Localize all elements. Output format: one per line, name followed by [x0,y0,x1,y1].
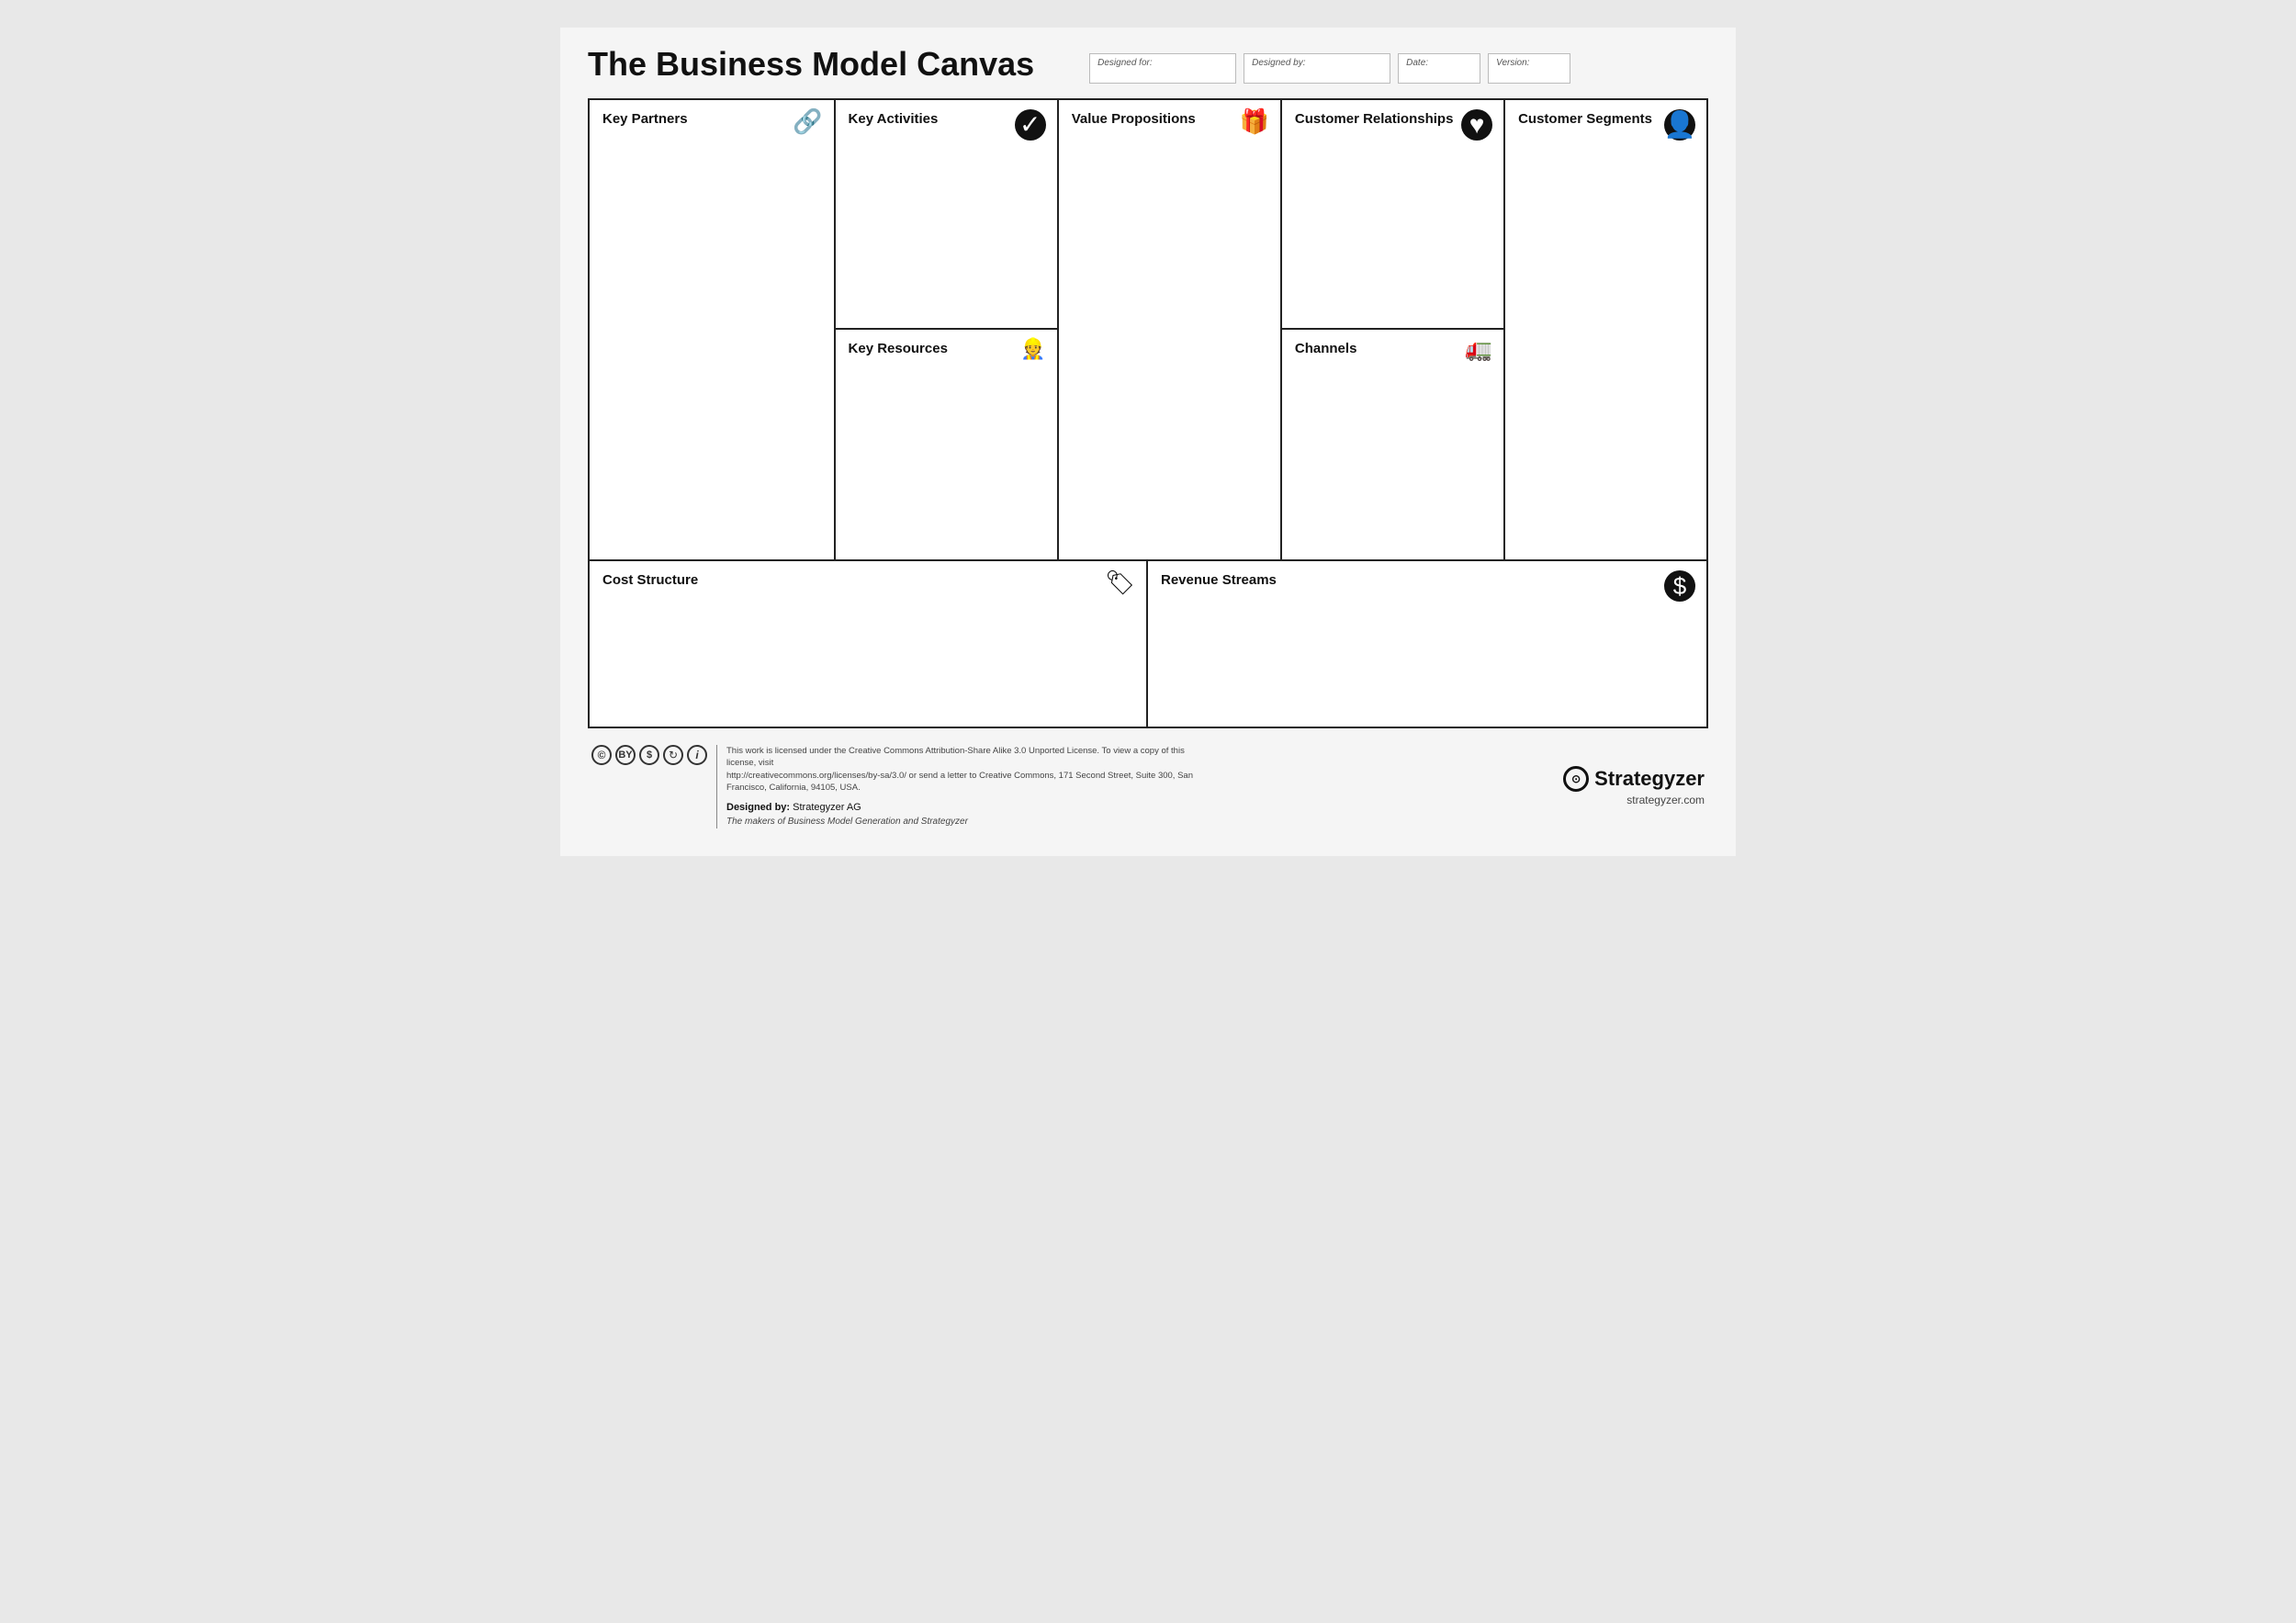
key-partners-cell: Key Partners 🔗 [590,100,836,559]
strategyzer-url: strategyzer.com [1563,794,1705,806]
header: The Business Model Canvas Designed for: … [588,46,1708,84]
footer-tagline: The makers of Business Model Generation … [726,816,1194,828]
footer-right: ⊙ Strategyzer strategyzer.com [1563,766,1705,806]
date-field[interactable]: Date: [1398,53,1480,84]
channels-title: Channels [1295,341,1357,356]
page-title: The Business Model Canvas [588,46,1034,83]
customer-relationships-icon: ♥ [1461,109,1492,141]
designed-for-field[interactable]: Designed for: [1089,53,1236,84]
key-resources-cell: Key Resources 👷 [836,330,1057,559]
business-model-canvas: Key Partners 🔗 Key Activities ✓ Key Reso… [588,98,1708,728]
version-field[interactable]: Version: [1488,53,1570,84]
footer-designed-by: Designed by: Strategyzer AG [726,801,1194,815]
designed-for-label: Designed for: [1097,58,1228,68]
cc-by-icon: BY [615,745,636,765]
strategyzer-logo: ⊙ Strategyzer [1563,766,1705,792]
activities-resources-col: Key Activities ✓ Key Resources 👷 [836,100,1059,559]
cost-structure-cell: Cost Structure 🏷 [590,561,1148,727]
canvas-top-row: Key Partners 🔗 Key Activities ✓ Key Reso… [590,100,1706,561]
strategyzer-logo-icon: ⊙ [1563,766,1589,792]
key-partners-title: Key Partners [602,111,688,127]
value-propositions-icon: 🎁 [1240,109,1269,133]
cost-structure-title: Cost Structure [602,572,698,588]
cc-info-icon: i [687,745,707,765]
key-activities-icon: ✓ [1015,109,1046,141]
version-label: Version: [1496,58,1562,68]
customer-segments-title: Customer Segments [1518,111,1652,127]
key-partners-icon: 🔗 [793,109,822,133]
footer-text-block: This work is licensed under the Creative… [716,745,1194,828]
key-activities-title: Key Activities [849,111,939,127]
cc-nc-icon: $ [639,745,659,765]
key-resources-icon: 👷 [1020,339,1045,359]
value-propositions-title: Value Propositions [1072,111,1196,127]
page: The Business Model Canvas Designed for: … [560,28,1736,856]
strategyzer-brand: Strategyzer [1594,767,1705,791]
designed-by-field[interactable]: Designed by: [1244,53,1390,84]
customer-segments-cell: Customer Segments 👤 [1505,100,1706,559]
footer: © BY $ ↻ i This work is licensed under t… [588,745,1708,828]
key-activities-cell: Key Activities ✓ [836,100,1057,330]
customer-relationships-title: Customer Relationships [1295,111,1454,127]
footer-license-text: This work is licensed under the Creative… [726,745,1194,794]
footer-left: © BY $ ↻ i This work is licensed under t… [591,745,1194,828]
customer-segments-icon: 👤 [1664,109,1695,141]
revenue-streams-icon: $ [1664,570,1695,602]
footer-license-icons: © BY $ ↻ i [591,745,707,765]
cr-channels-col: Customer Relationships ♥ Channels 🚛 [1282,100,1505,559]
revenue-streams-title: Revenue Streams [1161,572,1277,588]
header-fields: Designed for: Designed by: Date: Version… [1089,46,1708,84]
cost-structure-icon: 🏷 [1105,570,1135,594]
key-resources-title: Key Resources [849,341,948,356]
canvas-bottom-row: Cost Structure 🏷 Revenue Streams $ [590,561,1706,727]
channels-icon: 🚛 [1465,339,1492,361]
cc-sa-icon: ↻ [663,745,683,765]
channels-cell: Channels 🚛 [1282,330,1503,559]
date-label: Date: [1406,58,1472,68]
customer-relationships-cell: Customer Relationships ♥ [1282,100,1503,330]
designed-by-label: Designed by: [1252,58,1382,68]
value-propositions-cell: Value Propositions 🎁 [1059,100,1282,559]
revenue-streams-cell: Revenue Streams $ [1148,561,1706,727]
cc-icon: © [591,745,612,765]
